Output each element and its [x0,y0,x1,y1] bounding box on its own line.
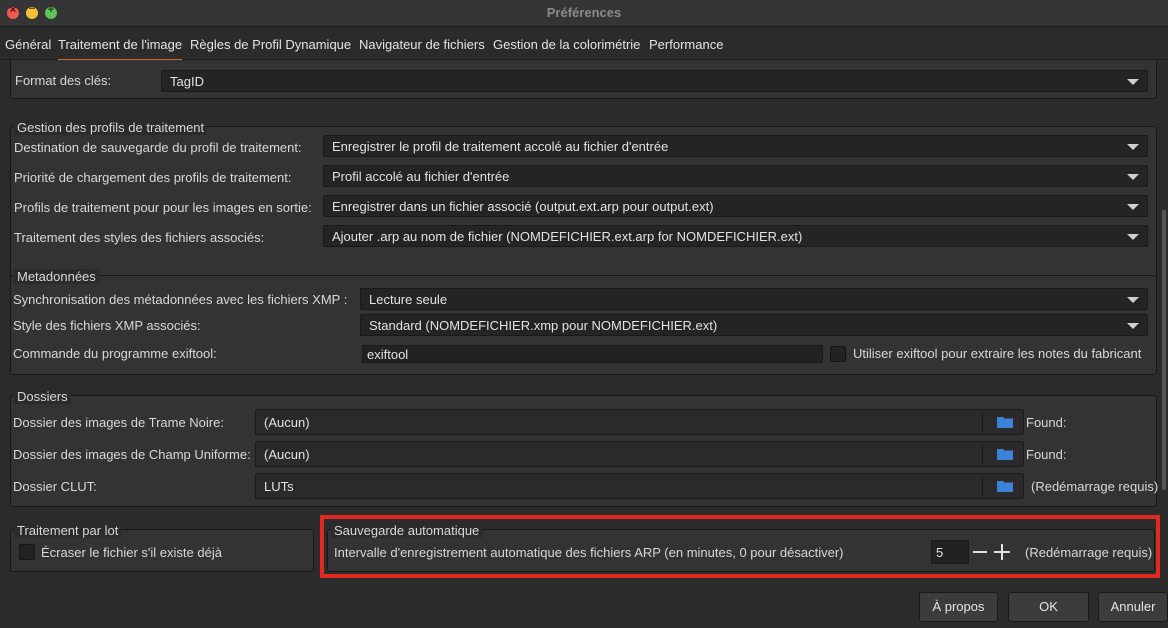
ok-button[interactable]: OK [1008,592,1089,622]
tab-color-management[interactable]: Gestion de la colorimétrie [493,33,640,59]
dark-frame-status: Found: [1026,415,1067,430]
xmp-style-value: Standard (NOMDEFICHIER.xmp pour NOMDEFIC… [369,318,718,333]
exiftool-command-input[interactable]: exiftool [362,345,823,363]
chevron-down-icon [1127,174,1139,180]
tab-bar: Général Traitement de l'image Règles de … [0,33,1168,61]
chevron-down-icon [1127,234,1139,240]
overwrite-file-checkbox[interactable] [19,544,35,560]
folder-icon[interactable] [997,480,1013,492]
keys-format-select[interactable]: TagID [161,70,1148,92]
vertical-scrollbar[interactable] [1160,60,1168,582]
batch-processing-title: Traitement par lot [14,523,122,538]
metadata-title: Metadonnées [14,269,99,284]
clut-folder-chooser[interactable]: LUTs [255,473,1024,499]
flat-field-status: Found: [1026,447,1067,462]
chevron-down-icon [1127,79,1139,85]
sidecar-styles-value: Ajouter .arp au nom de fichier (NOMDEFIC… [332,229,803,244]
flat-field-folder-label: Dossier des images de Champ Uniforme: [13,447,251,462]
separator [982,412,983,432]
clut-status: (Redémarrage requis) [1031,479,1159,494]
separator [982,476,983,496]
tab-dynamic-profile-rules[interactable]: Règles de Profil Dynamique [190,33,351,59]
output-profiles-select[interactable]: Enregistrer dans un fichier associé (out… [323,195,1148,217]
tab-image-processing[interactable]: Traitement de l'image [58,33,183,61]
folder-icon[interactable] [997,416,1013,428]
chevron-down-icon [1127,204,1139,210]
xmp-style-select[interactable]: Standard (NOMDEFICHIER.xmp pour NOMDEFIC… [360,314,1148,336]
xmp-sync-select[interactable]: Lecture seule [360,288,1148,310]
preferences-content: Format des clés: TagID Gestion des profi… [0,60,1160,582]
chevron-down-icon [1127,144,1139,150]
keys-format-frame: Format des clés: TagID [10,60,1157,99]
exiftool-command-label: Commande du programme exiftool: [13,346,217,361]
tab-performance[interactable]: Performance [649,33,723,59]
flat-field-folder-chooser[interactable]: (Aucun) [255,441,1024,467]
xmp-style-label: Style des fichiers XMP associés: [13,318,201,333]
overwrite-file-label: Écraser le fichier s'il existe déjà [41,545,222,560]
chevron-down-icon [1127,323,1139,329]
window-title: Préférences [546,5,622,20]
profile-save-destination-select[interactable]: Enregistrer le profil de traitement acco… [323,135,1148,157]
metadata-frame: Metadonnées Synchronisation des métadonn… [10,269,1157,375]
keys-format-value: TagID [170,74,204,89]
chevron-down-icon [1127,297,1139,303]
xmp-sync-label: Synchronisation des métadonnées avec les… [13,292,348,307]
profile-load-priority-value: Profil accolé au fichier d'entrée [332,169,510,184]
xmp-sync-value: Lecture seule [369,292,448,307]
highlight-box [320,515,1160,578]
use-exiftool-label: Utiliser exiftool pour extraire les note… [853,346,1142,361]
tab-file-browser[interactable]: Navigateur de fichiers [359,33,485,59]
output-profiles-label: Profils de traitement pour pour les imag… [14,200,312,215]
profile-save-destination-label: Destination de sauvegarde du profil de t… [14,140,302,155]
profile-load-priority-label: Priorité de chargement des profils de tr… [14,170,292,185]
batch-processing-frame: Traitement par lot Écraser le fichier s'… [10,523,314,572]
about-button[interactable]: À propos [919,592,998,622]
processing-profiles-title: Gestion des profils de traitement [14,120,208,135]
tab-general[interactable]: Général [5,33,51,59]
flat-field-folder-value: (Aucun) [264,447,310,462]
output-profiles-value: Enregistrer dans un fichier associé (out… [332,199,714,214]
clut-folder-label: Dossier CLUT: [13,479,97,494]
dark-frame-folder-value: (Aucun) [264,415,310,430]
profile-save-destination-value: Enregistrer le profil de traitement acco… [332,139,669,154]
dark-frame-folder-label: Dossier des images de Trame Noire: [13,415,224,430]
sidecar-styles-select[interactable]: Ajouter .arp au nom de fichier (NOMDEFIC… [323,225,1148,247]
title-bar: × − + Préférences [0,0,1168,27]
exiftool-command-value: exiftool [367,347,409,362]
keys-format-label: Format des clés: [15,73,112,88]
profile-load-priority-select[interactable]: Profil accolé au fichier d'entrée [323,165,1148,187]
folder-icon[interactable] [997,448,1013,460]
sidecar-styles-label: Traitement des styles des fichiers assoc… [14,230,265,245]
dark-frame-folder-chooser[interactable]: (Aucun) [255,409,1024,435]
clut-folder-value: LUTs [264,479,294,494]
separator [982,444,983,464]
use-exiftool-checkbox[interactable] [830,346,846,362]
folders-title: Dossiers [14,389,71,404]
folders-frame: Dossiers Dossier des images de Trame Noi… [10,389,1159,507]
scrollbar-thumb[interactable] [1162,210,1166,490]
cancel-button[interactable]: Annuler [1098,592,1168,622]
